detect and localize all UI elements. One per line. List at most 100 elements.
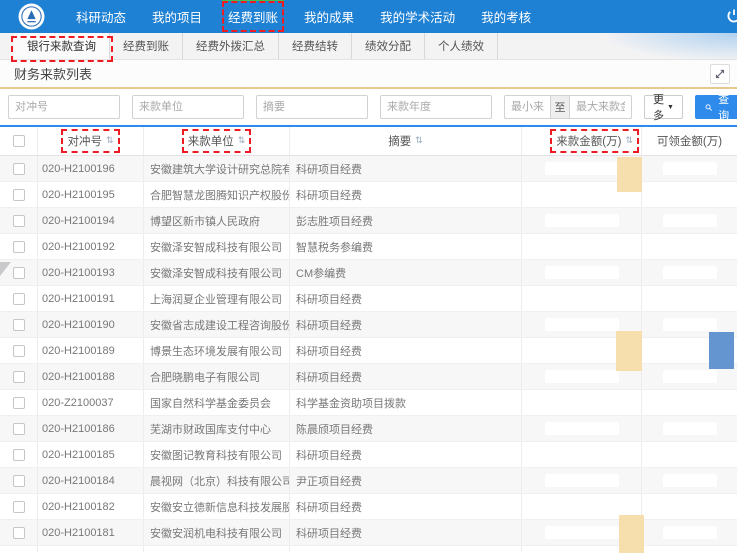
cell-summary: 陈晨颀项目经费 (290, 416, 522, 441)
max-amount-input[interactable] (570, 95, 632, 119)
expand-icon[interactable] (710, 64, 730, 84)
cell-empty (144, 546, 290, 552)
cell-amount (522, 416, 642, 441)
table-row-8: 020-H2100189博景生态环境发展有限公司科研项目经费 (0, 338, 737, 364)
redacted-amount (545, 240, 619, 253)
cell-offset-number: 020-H2100181 (38, 520, 144, 545)
search-input-summary[interactable] (256, 95, 368, 119)
cell-summary: 科研项目经费 (290, 156, 522, 181)
cell-payer-unit: 安徽建筑大学设计研究总院有限公司 (144, 156, 290, 181)
cell-select (0, 208, 38, 233)
table-row-14: 020-H2100182安徽安立德新信息科技发展股份公司科研项目经费 (0, 494, 737, 520)
cell-select (0, 234, 38, 259)
cell-payer-unit: 上海润夏企业管理有限公司 (144, 286, 290, 311)
row-checkbox[interactable] (13, 241, 25, 253)
row-checkbox[interactable] (13, 345, 25, 357)
cell-payer-unit: 晨视网（北京）科技有限公司 (144, 468, 290, 493)
topnav-item-1[interactable]: 科研动态 (76, 7, 126, 26)
table-row-3: 020-H2100194博望区新市镇人民政府彭志胜项目经费 (0, 208, 737, 234)
cell-select (0, 468, 38, 493)
redacted-amount (545, 500, 619, 513)
subnav-tab-5[interactable]: 绩效分配 (352, 33, 425, 59)
cell-receivable (642, 312, 737, 337)
cell-offset-number: 020-H2100185 (38, 442, 144, 467)
cell-amount (522, 390, 642, 415)
cell-offset-number: 020-H2100184 (38, 468, 144, 493)
row-checkbox[interactable] (13, 319, 25, 331)
cell-payer-unit: 合肥晓鹏电子有限公司 (144, 364, 290, 389)
row-checkbox[interactable] (13, 423, 25, 435)
redacted-amount (545, 370, 619, 383)
topnav-item-4[interactable]: 我的成果 (304, 7, 354, 26)
cell-offset-number: 020-H2100190 (38, 312, 144, 337)
redacted-receivable (663, 292, 717, 305)
search-input-payer-unit[interactable] (132, 95, 244, 119)
cell-select (0, 390, 38, 415)
subnav-tab-6[interactable]: 个人绩效 (425, 33, 498, 59)
subnav-tab-4[interactable]: 经费结转 (279, 33, 352, 59)
top-nav-bar: 科研动态 我的项目 经费到账 我的成果 我的学术活动 我的考核 (0, 0, 737, 33)
cell-receivable (642, 390, 737, 415)
topnav-item-6[interactable]: 我的考核 (481, 7, 531, 26)
column-header-amount[interactable]: 来款金额(万)⇅ (522, 127, 642, 155)
magnifier-icon (705, 102, 712, 113)
column-header-summary[interactable]: 摘要⇅ (290, 127, 522, 155)
row-checkbox[interactable] (13, 371, 25, 383)
cell-offset-number: 020-H2100191 (38, 286, 144, 311)
topnav-item-3[interactable]: 经费到账 (228, 7, 278, 26)
cell-amount (522, 494, 642, 519)
redacted-amount (545, 292, 619, 305)
column-header-payer-unit[interactable]: 来款单位⇅ (144, 127, 290, 155)
column-header-offset-number[interactable]: 对冲号⇅ (38, 127, 144, 155)
cell-select (0, 416, 38, 441)
row-checkbox[interactable] (13, 527, 25, 539)
row-checkbox[interactable] (13, 449, 25, 461)
cell-offset-number: 020-H2100188 (38, 364, 144, 389)
column-label-receivable: 可领金额(万) (651, 129, 728, 153)
row-checkbox[interactable] (13, 163, 25, 175)
search-input-offset-number[interactable] (8, 95, 120, 119)
topnav-item-5[interactable]: 我的学术活动 (380, 7, 455, 26)
row-checkbox[interactable] (13, 293, 25, 305)
cell-amount (522, 312, 642, 337)
row-checkbox[interactable] (13, 501, 25, 513)
redacted-receivable (663, 266, 717, 279)
cell-offset-number: 020-H2100189 (38, 338, 144, 363)
cell-select (0, 338, 38, 363)
redacted-receivable (663, 370, 717, 383)
sort-icon[interactable]: ⇅ (415, 136, 423, 146)
row-checkbox[interactable] (13, 475, 25, 487)
column-label-payer-unit: 来款单位⇅ (182, 129, 252, 153)
topnav-item-2[interactable]: 我的项目 (152, 7, 202, 26)
cell-summary: 科研项目经费 (290, 494, 522, 519)
sort-icon[interactable]: ⇅ (238, 136, 246, 146)
redacted-amount (545, 422, 619, 435)
sort-icon[interactable]: ⇅ (106, 136, 114, 146)
row-checkbox[interactable] (13, 267, 25, 279)
redacted-amount (545, 318, 619, 331)
cell-empty (522, 546, 642, 552)
cell-payer-unit: 安徽泽安智成科技有限公司 (144, 260, 290, 285)
search-input-payment-year[interactable] (380, 95, 492, 119)
more-button[interactable]: 更多 ▼ (644, 95, 683, 119)
payments-table: 对冲号⇅ 来款单位⇅ 摘要⇅来款金额(万)⇅ 可领金额(万) 020-H2100196… (0, 125, 737, 552)
cell-receivable (642, 416, 737, 441)
row-checkbox[interactable] (13, 397, 25, 409)
sort-icon[interactable]: ⇅ (625, 136, 633, 146)
query-button[interactable]: 查询 (695, 95, 737, 119)
cell-receivable (642, 234, 737, 259)
cell-empty (38, 546, 144, 552)
power-icon[interactable] (726, 8, 737, 24)
subnav-tab-1[interactable]: 银行来款查询 (14, 33, 110, 59)
subnav-tab-2[interactable]: 经费到账 (110, 33, 183, 59)
cell-receivable (642, 208, 737, 233)
min-amount-input[interactable] (504, 95, 550, 119)
cell-select (0, 364, 38, 389)
cell-offset-number: 020-H2100196 (38, 156, 144, 181)
cell-amount (522, 520, 642, 545)
row-checkbox[interactable] (13, 189, 25, 201)
cell-amount (522, 468, 642, 493)
subnav-tab-3[interactable]: 经费外拨汇总 (183, 33, 279, 59)
select-all-checkbox[interactable] (13, 135, 25, 147)
row-checkbox[interactable] (13, 215, 25, 227)
